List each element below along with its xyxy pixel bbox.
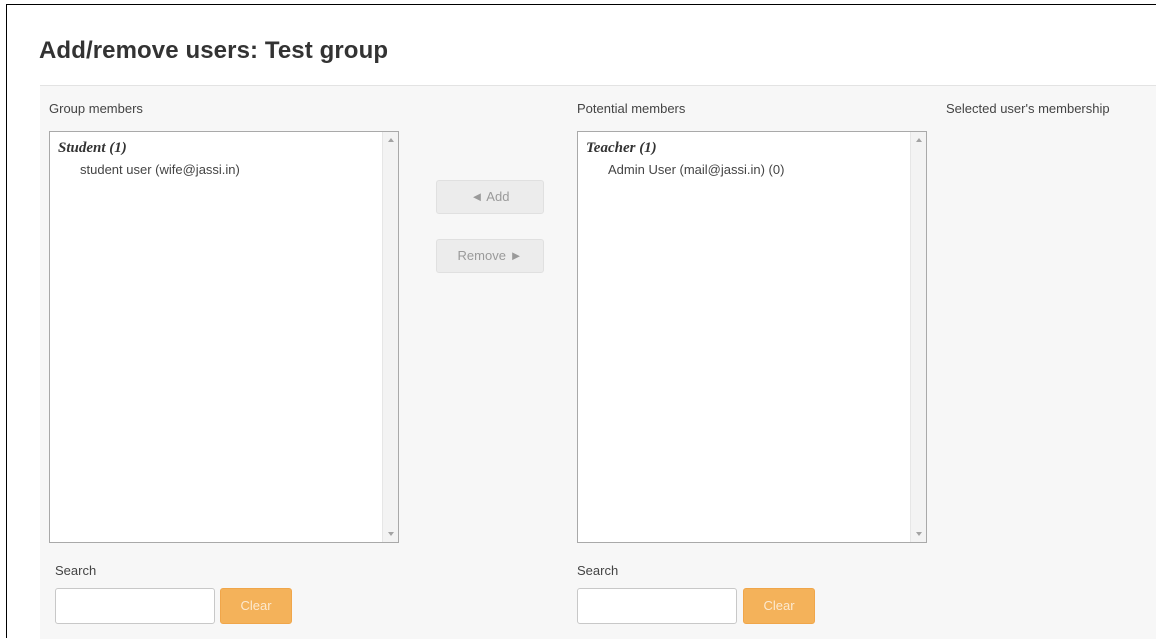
optgroup-student: Student (1) <box>58 140 127 156</box>
potential-members-select[interactable]: Teacher (1) Admin User (mail@jassi.in) (… <box>577 131 927 543</box>
remove-button[interactable]: Remove ► <box>436 239 544 273</box>
scroll-down-icon[interactable] <box>388 532 394 536</box>
search-input-right[interactable] <box>577 588 737 624</box>
group-members-scrollbar[interactable] <box>382 132 398 542</box>
add-button[interactable]: ◄ Add <box>436 180 544 214</box>
scroll-up-icon[interactable] <box>388 138 394 142</box>
option-admin-user[interactable]: Admin User (mail@jassi.in) (0) <box>608 162 784 177</box>
clear-button-left[interactable]: Clear <box>220 588 292 624</box>
group-members-label: Group members <box>49 101 143 116</box>
option-student-user[interactable]: student user (wife@jassi.in) <box>80 162 240 177</box>
optgroup-teacher: Teacher (1) <box>586 140 657 156</box>
selected-membership-label: Selected user's membership <box>946 101 1110 116</box>
page-frame: Add/remove users: Test group Group membe… <box>6 4 1156 639</box>
group-members-select[interactable]: Student (1) student user (wife@jassi.in) <box>49 131 399 543</box>
search-label-left: Search <box>55 563 97 578</box>
potential-members-label: Potential members <box>577 101 686 116</box>
scroll-down-icon[interactable] <box>916 532 922 536</box>
potential-members-scrollbar[interactable] <box>910 132 926 542</box>
clear-button-right[interactable]: Clear <box>743 588 815 624</box>
page-title: Add/remove users: Test group <box>39 37 389 64</box>
scroll-up-icon[interactable] <box>916 138 922 142</box>
search-input-left[interactable] <box>55 588 215 624</box>
search-label-right: Search <box>577 563 619 578</box>
group-members-form: Group members Student (1) student user (… <box>40 85 1156 639</box>
